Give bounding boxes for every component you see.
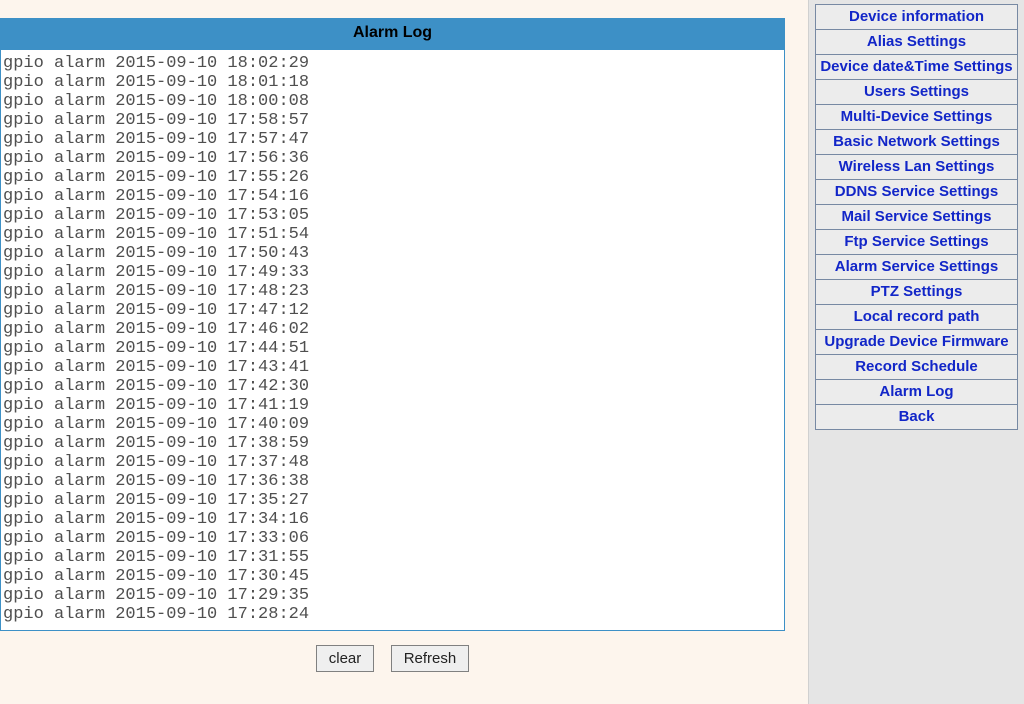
sidebar-item[interactable]: Record Schedule <box>816 355 1018 380</box>
log-entry: gpio alarm 2015-09-10 17:55:26 <box>3 168 782 187</box>
log-entry: gpio alarm 2015-09-10 17:43:41 <box>3 358 782 377</box>
log-entry: gpio alarm 2015-09-10 17:53:05 <box>3 206 782 225</box>
log-entry: gpio alarm 2015-09-10 17:49:33 <box>3 263 782 282</box>
sidebar-item[interactable]: Alarm Service Settings <box>816 255 1018 280</box>
sidebar-item[interactable]: Device information <box>816 5 1018 30</box>
log-entry: gpio alarm 2015-09-10 17:44:51 <box>3 339 782 358</box>
sidebar-item[interactable]: Upgrade Device Firmware <box>816 330 1018 355</box>
log-entry: gpio alarm 2015-09-10 17:36:38 <box>3 472 782 491</box>
sidebar: Device informationAlias SettingsDevice d… <box>808 0 1024 704</box>
log-entry: gpio alarm 2015-09-10 17:41:19 <box>3 396 782 415</box>
sidebar-item[interactable]: Local record path <box>816 305 1018 330</box>
sidebar-item[interactable]: Ftp Service Settings <box>816 230 1018 255</box>
log-entry: gpio alarm 2015-09-10 17:37:48 <box>3 453 782 472</box>
sidebar-menu: Device informationAlias SettingsDevice d… <box>815 4 1018 430</box>
log-entry: gpio alarm 2015-09-10 17:31:55 <box>3 548 782 567</box>
log-entry: gpio alarm 2015-09-10 18:02:29 <box>3 54 782 73</box>
log-entry: gpio alarm 2015-09-10 17:35:27 <box>3 491 782 510</box>
button-row: clear Refresh <box>0 645 785 672</box>
sidebar-item[interactable]: Wireless Lan Settings <box>816 155 1018 180</box>
sidebar-item[interactable]: Users Settings <box>816 80 1018 105</box>
sidebar-item[interactable]: DDNS Service Settings <box>816 180 1018 205</box>
log-entry: gpio alarm 2015-09-10 17:58:57 <box>3 111 782 130</box>
clear-button[interactable]: clear <box>316 645 375 672</box>
log-entry: gpio alarm 2015-09-10 17:47:12 <box>3 301 782 320</box>
log-entry: gpio alarm 2015-09-10 17:29:35 <box>3 586 782 605</box>
log-entry: gpio alarm 2015-09-10 17:57:47 <box>3 130 782 149</box>
log-entry: gpio alarm 2015-09-10 17:56:36 <box>3 149 782 168</box>
log-entry: gpio alarm 2015-09-10 17:34:16 <box>3 510 782 529</box>
sidebar-item[interactable]: Alias Settings <box>816 30 1018 55</box>
log-entry: gpio alarm 2015-09-10 17:33:06 <box>3 529 782 548</box>
alarm-log-scrollbox[interactable]: gpio alarm 2015-09-10 18:02:29gpio alarm… <box>0 49 785 631</box>
log-entry: gpio alarm 2015-09-10 17:30:45 <box>3 567 782 586</box>
sidebar-item[interactable]: Multi-Device Settings <box>816 105 1018 130</box>
log-entry: gpio alarm 2015-09-10 17:54:16 <box>3 187 782 206</box>
sidebar-item[interactable]: Alarm Log <box>816 380 1018 405</box>
sidebar-item[interactable]: Device date&Time Settings <box>816 55 1018 80</box>
log-entry: gpio alarm 2015-09-10 17:51:54 <box>3 225 782 244</box>
log-entry: gpio alarm 2015-09-10 17:42:30 <box>3 377 782 396</box>
sidebar-item[interactable]: Mail Service Settings <box>816 205 1018 230</box>
log-entry: gpio alarm 2015-09-10 17:40:09 <box>3 415 782 434</box>
panel-title: Alarm Log <box>0 18 785 49</box>
log-entry: gpio alarm 2015-09-10 18:00:08 <box>3 92 782 111</box>
log-entry: gpio alarm 2015-09-10 17:28:24 <box>3 605 782 624</box>
log-entry: gpio alarm 2015-09-10 17:48:23 <box>3 282 782 301</box>
sidebar-item[interactable]: Back <box>816 405 1018 430</box>
sidebar-item[interactable]: PTZ Settings <box>816 280 1018 305</box>
alarm-log-panel: Alarm Log gpio alarm 2015-09-10 18:02:29… <box>0 18 785 672</box>
log-entry: gpio alarm 2015-09-10 17:46:02 <box>3 320 782 339</box>
log-entry: gpio alarm 2015-09-10 17:50:43 <box>3 244 782 263</box>
refresh-button[interactable]: Refresh <box>391 645 470 672</box>
log-entry: gpio alarm 2015-09-10 17:38:59 <box>3 434 782 453</box>
main-content: Alarm Log gpio alarm 2015-09-10 18:02:29… <box>0 0 808 704</box>
sidebar-item[interactable]: Basic Network Settings <box>816 130 1018 155</box>
log-entry: gpio alarm 2015-09-10 18:01:18 <box>3 73 782 92</box>
